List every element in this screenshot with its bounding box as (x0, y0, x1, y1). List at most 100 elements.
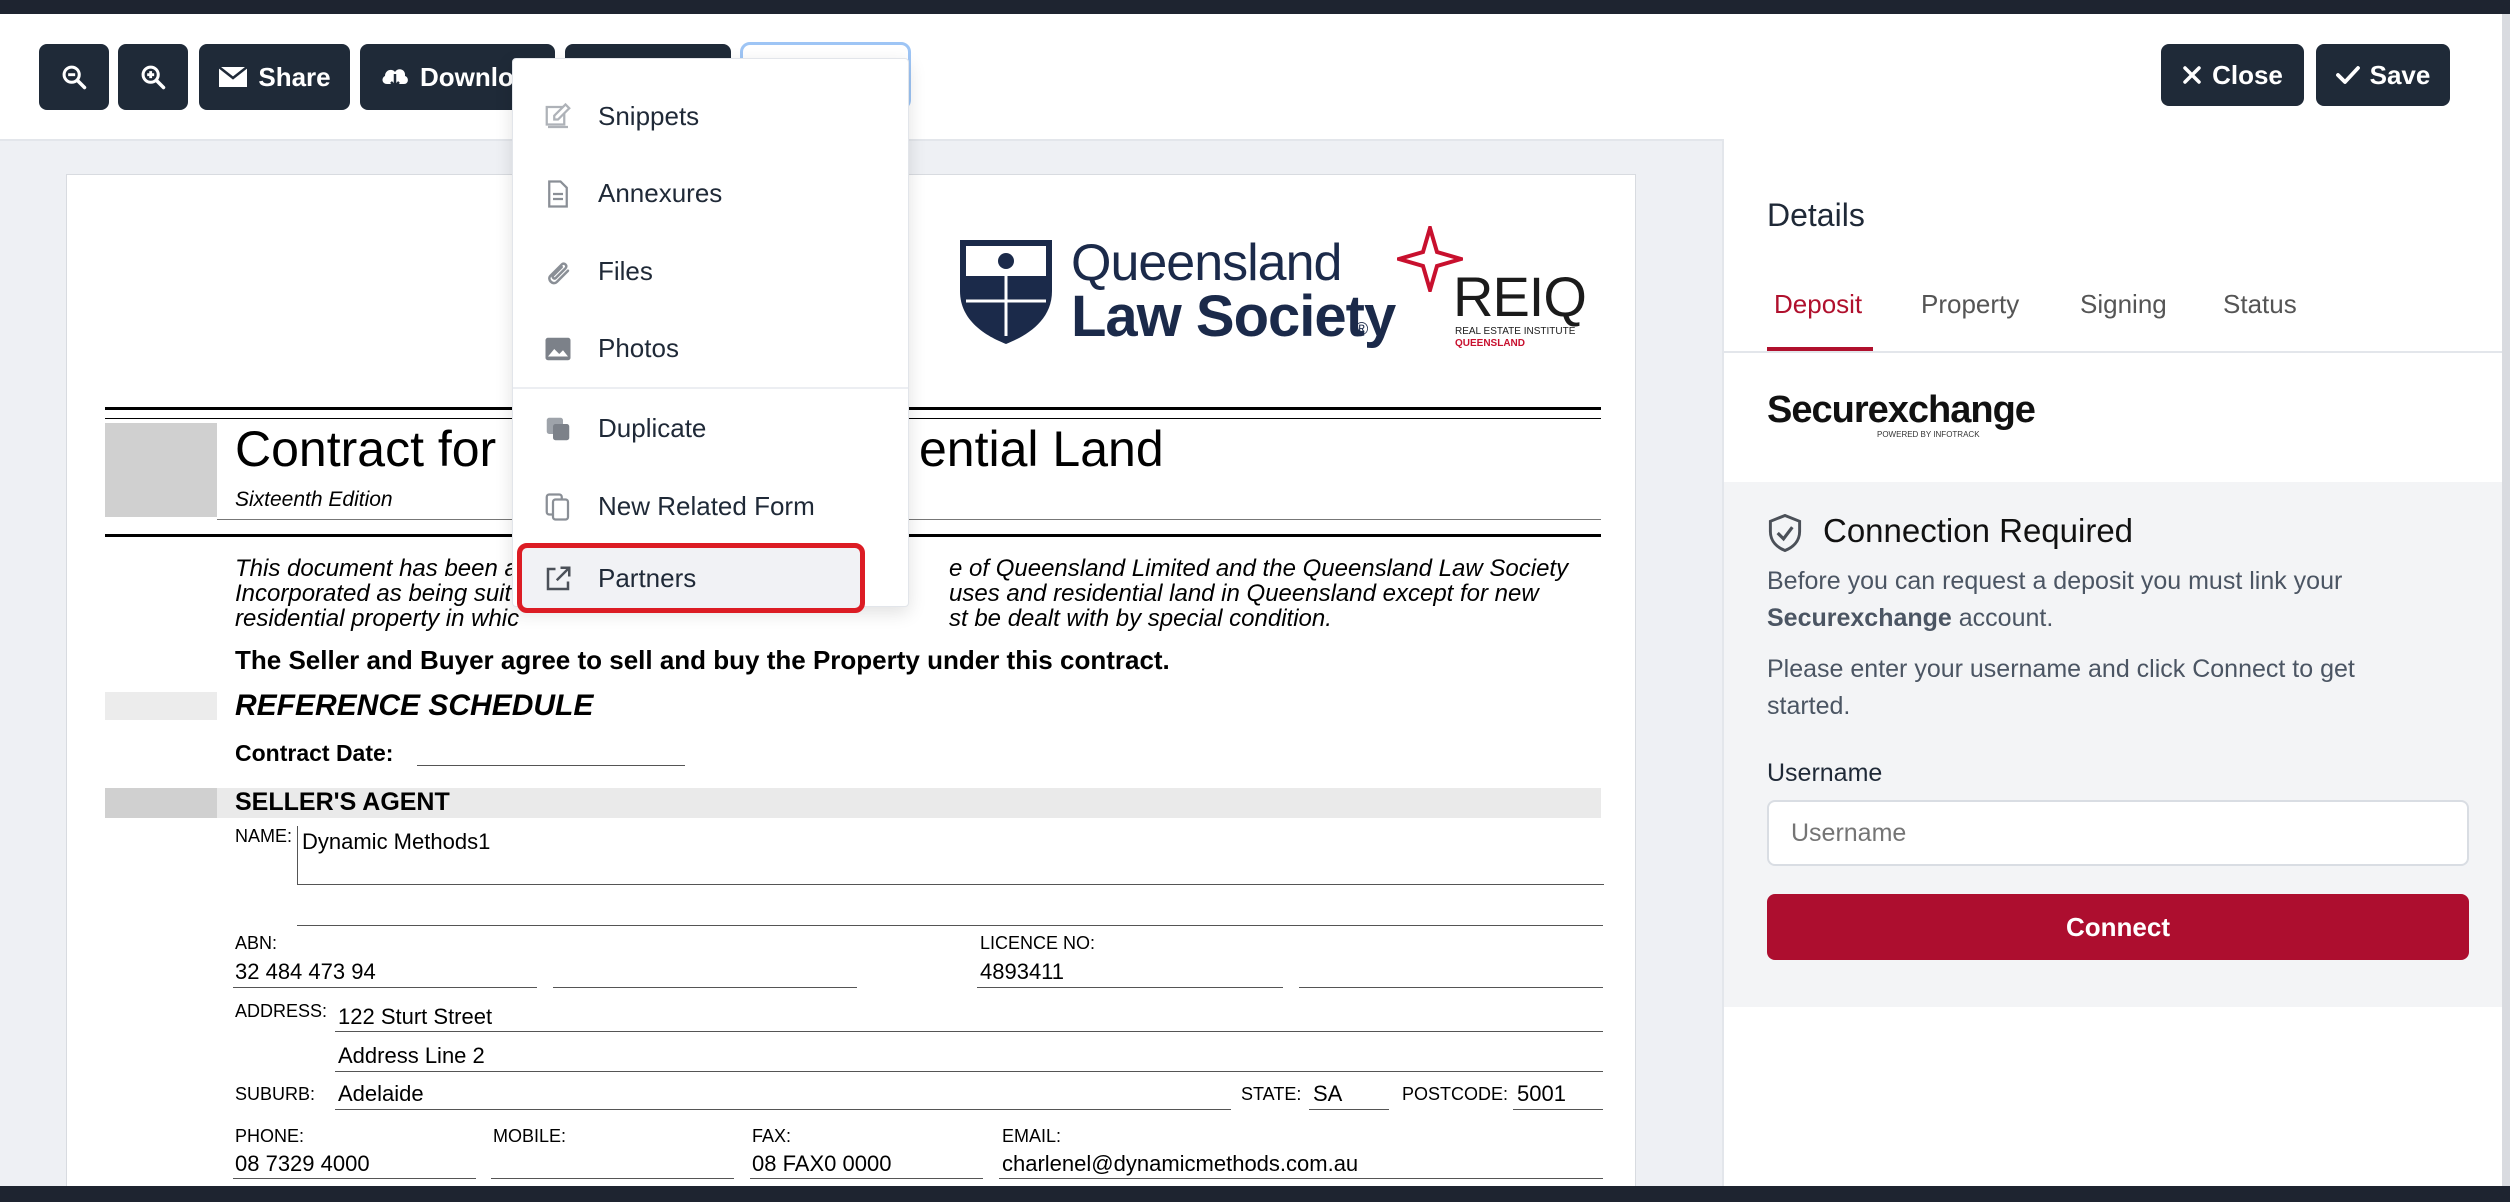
tab-deposit[interactable]: Deposit (1774, 289, 1862, 320)
zoom-out-icon (62, 65, 87, 90)
shield-check-icon (1768, 514, 1802, 552)
menu-item-label: Annexures (598, 177, 723, 208)
menu-item-label: Duplicate (598, 412, 707, 443)
securexchange-logo: Securexchange (1767, 389, 2036, 431)
menu-divider (513, 387, 908, 389)
address-line2-value: Address Line 2 (338, 1043, 485, 1068)
toolbar: Share Download Close Save (0, 14, 2502, 141)
menu-item-partners[interactable]: Partners (513, 543, 908, 613)
form-editor-window: Share Download Close Save Queensland Law… (0, 14, 2502, 1186)
name-label: NAME: (235, 826, 293, 846)
intro-line-3a: residential property in whic (235, 605, 520, 632)
abn-label: ABN: (235, 933, 278, 953)
abn-field[interactable] (233, 987, 537, 988)
intro-line-2b: uses and residential land in Queensland … (949, 580, 1539, 607)
state-value: SA (1313, 1081, 1343, 1106)
save-button[interactable]: Save (2316, 44, 2450, 106)
mobile-label: MOBILE: (493, 1126, 567, 1146)
licence-field[interactable] (977, 987, 1283, 988)
mobile-field[interactable] (491, 1178, 734, 1179)
securexchange-logo-sub: POWERED BY INFOTRACK (1877, 430, 1980, 439)
menu-item-photos[interactable]: Photos (513, 313, 908, 383)
copy-icon (545, 493, 570, 521)
zoom-in-button[interactable] (118, 44, 188, 110)
address-line1-field[interactable] (335, 1031, 1603, 1032)
agree-text: The Seller and Buyer agree to sell and b… (235, 645, 1170, 675)
postcode-value: 5001 (1517, 1081, 1566, 1106)
connection-desc-line3: Please enter your username and click Con… (1767, 655, 2355, 683)
menu-item-new-related-form[interactable]: New Related Form (513, 471, 908, 541)
tab-signing[interactable]: Signing (2080, 289, 2167, 320)
image-icon (545, 337, 571, 361)
zoom-out-button[interactable] (39, 44, 109, 110)
edition-text: Sixteenth Edition (235, 488, 393, 511)
state-label: STATE: (1241, 1084, 1302, 1104)
address-label: ADDRESS: (235, 1001, 328, 1021)
reiq-logo: REIQ (1453, 265, 1587, 328)
connection-desc-tail: account. (1951, 604, 2054, 632)
details-title: Details (1767, 197, 1865, 233)
menu-item-label: New Related Form (598, 490, 815, 521)
email-value: charlenel@dynamicmethods.com.au (1002, 1151, 1359, 1176)
share-button[interactable]: Share (199, 44, 350, 110)
contract-date-field[interactable] (417, 765, 685, 766)
duplicate-icon (546, 417, 570, 441)
document-icon (548, 180, 568, 208)
close-icon (2183, 66, 2201, 84)
cloud-download-icon (382, 69, 408, 88)
schedule-shade (105, 692, 217, 720)
sellers-agent-heading: SELLER'S AGENT (235, 788, 450, 816)
menu-item-label: Snippets (598, 100, 700, 131)
phone-label: PHONE: (235, 1126, 305, 1146)
close-button[interactable]: Close (2161, 44, 2304, 106)
window-scrollbar[interactable] (2502, 14, 2510, 1186)
more-actions-menu: Snippets Annexures Files Photos Duplicat… (512, 58, 909, 613)
tab-property[interactable]: Property (1921, 289, 2019, 320)
menu-item-duplicate[interactable]: Duplicate (513, 393, 908, 463)
menu-item-snippets[interactable]: Snippets (513, 81, 908, 151)
phone-field[interactable] (233, 1178, 476, 1179)
reiq-logo-sub1: REAL ESTATE INSTITUTE (1455, 326, 1576, 337)
fax-field[interactable] (750, 1178, 983, 1179)
intro-line-1a: This document has been a (235, 555, 518, 582)
qls-crest-icon (960, 240, 1052, 344)
email-field[interactable] (999, 1178, 1603, 1179)
tab-status[interactable]: Status (2223, 289, 2297, 320)
menu-item-label: Partners (598, 562, 697, 593)
securexchange-bold: Securexchange (1767, 604, 1952, 632)
abn-value: 32 484 473 94 (235, 959, 376, 984)
fax-label: FAX: (752, 1126, 792, 1146)
postcode-label: POSTCODE: (1402, 1084, 1509, 1104)
pencil-icon (545, 102, 571, 129)
menu-item-label: Files (598, 255, 653, 286)
qls-logo-line2: Law Society (1071, 284, 1396, 349)
username-input[interactable] (1767, 800, 2469, 866)
menu-item-annexures[interactable]: Annexures (513, 158, 908, 228)
intro-line-1b: e of Queensland Limited and the Queensla… (949, 555, 1569, 582)
intro-line-3b: st be dealt with by special condition. (949, 605, 1332, 632)
name-value: Dynamic Methods1 (302, 829, 491, 854)
menu-item-label: Photos (598, 332, 679, 363)
title-block-shade (105, 423, 217, 517)
address-line2-field[interactable] (335, 1071, 1603, 1072)
envelope-icon (218, 66, 249, 87)
external-link-icon (546, 566, 571, 591)
address-line1-value: 122 Sturt Street (338, 1004, 493, 1029)
postcode-field[interactable] (1513, 1109, 1603, 1110)
check-icon (2335, 66, 2360, 84)
connect-label: Connect (2066, 911, 2170, 942)
contract-title-right: ential Land (919, 421, 1164, 477)
fax-value: 08 FAX0 0000 (752, 1151, 892, 1176)
suburb-field[interactable] (335, 1109, 1231, 1110)
intro-line-2a: Incorporated as being suit (235, 580, 512, 607)
connection-required-title: Connection Required (1823, 512, 2134, 549)
menu-item-files[interactable]: Files (513, 236, 908, 306)
phone-value: 08 7329 4000 (235, 1151, 370, 1176)
email-label: EMAIL: (1002, 1126, 1062, 1146)
name-field[interactable] (297, 826, 1604, 885)
licence-value: 4893411 (980, 959, 1065, 984)
connect-button[interactable]: Connect (1767, 894, 2469, 960)
reiq-logo-sub2: QUEENSLAND (1455, 338, 1526, 349)
state-field[interactable] (1309, 1109, 1389, 1110)
connection-desc-line4: started. (1767, 692, 1851, 720)
